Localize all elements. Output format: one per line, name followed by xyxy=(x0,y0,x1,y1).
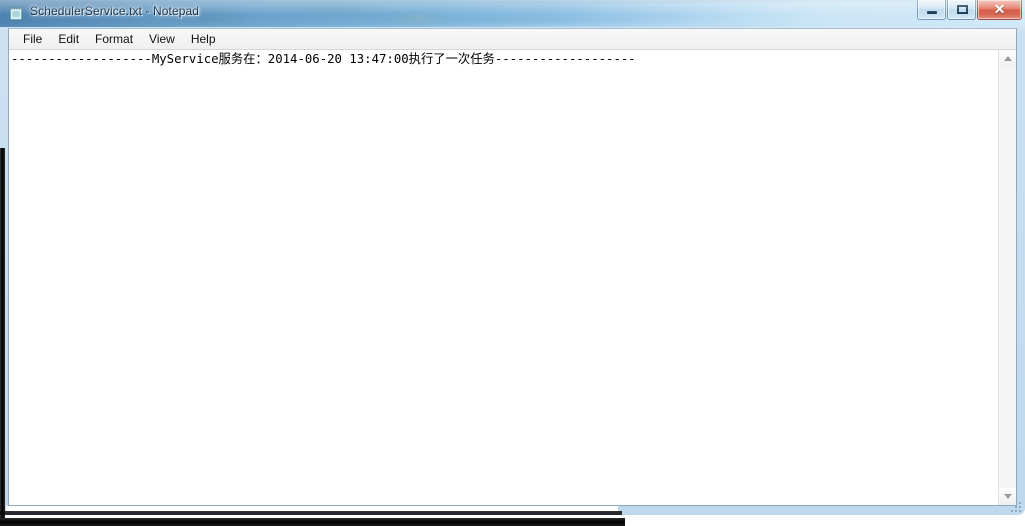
title-bar[interactable]: SchedulerService.txt - Notepad ✕ xyxy=(0,0,1025,27)
menu-item-help[interactable]: Help xyxy=(183,31,224,48)
text-area-wrapper: -------------------MyService服务在：2014-06-… xyxy=(9,49,1016,505)
menu-item-file[interactable]: File xyxy=(15,31,50,48)
menu-item-edit[interactable]: Edit xyxy=(50,31,87,48)
menu-item-view[interactable]: View xyxy=(141,31,183,48)
notepad-window[interactable]: SchedulerService.txt - Notepad ✕ File Ed… xyxy=(0,0,1025,515)
scrollbar-up-button[interactable] xyxy=(999,50,1016,67)
chevron-up-icon xyxy=(1004,56,1012,61)
restore-button[interactable] xyxy=(947,0,976,20)
minimize-button[interactable] xyxy=(917,0,946,20)
vertical-scrollbar[interactable] xyxy=(998,50,1016,505)
underlying-window-left-border xyxy=(0,148,5,523)
chevron-down-icon xyxy=(1004,494,1012,499)
close-icon: ✕ xyxy=(993,1,1006,17)
menu-bar: File Edit Format View Help xyxy=(9,29,1016,49)
resize-grip[interactable] xyxy=(1009,500,1021,512)
minimize-icon xyxy=(927,11,937,14)
text-editor[interactable]: -------------------MyService服务在：2014-06-… xyxy=(9,50,998,505)
restore-icon xyxy=(957,5,968,14)
desktop-background: SchedulerService.txt - Notepad ✕ File Ed… xyxy=(0,0,1025,526)
underlying-window-bottom-border-inner xyxy=(0,511,622,515)
window-client-area: File Edit Format View Help -------------… xyxy=(8,28,1017,506)
window-controls: ✕ xyxy=(916,0,1022,21)
scrollbar-track[interactable] xyxy=(999,67,1016,488)
underlying-window-bottom-border xyxy=(0,518,625,526)
document-line: -------------------MyService服务在：2014-06-… xyxy=(11,51,636,66)
window-title: SchedulerService.txt - Notepad xyxy=(30,4,200,18)
close-button[interactable]: ✕ xyxy=(977,0,1022,20)
menu-item-format[interactable]: Format xyxy=(87,31,141,48)
notepad-icon xyxy=(9,7,23,21)
